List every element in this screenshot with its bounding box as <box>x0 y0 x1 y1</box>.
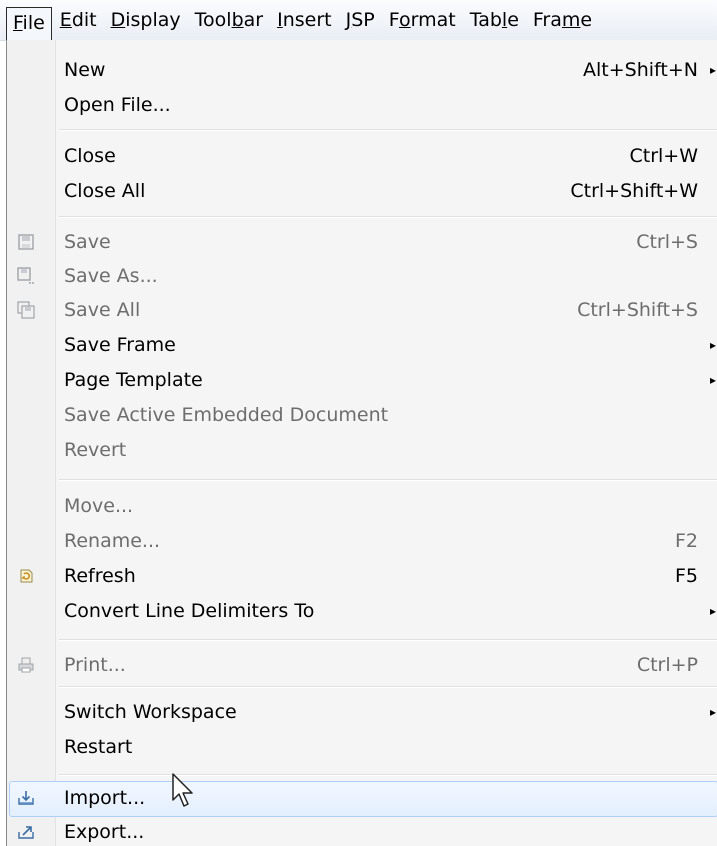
menu-separator <box>59 686 717 688</box>
menu-edit-label: dit <box>71 9 97 31</box>
menu-format-label: rmat <box>410 9 456 31</box>
menu-item-label: Close All <box>64 180 146 202</box>
menu-table[interactable]: Table <box>464 5 525 35</box>
menu-item-label: Save All <box>64 299 141 321</box>
menu-item-import[interactable]: Import... <box>7 780 717 817</box>
menu-item-print[interactable]: Print... Ctrl+P <box>7 647 717 683</box>
save-all-icon <box>17 301 35 319</box>
menu-item-label: Export... <box>64 821 145 843</box>
menu-format-pre: F <box>388 9 400 31</box>
save-icon <box>18 234 34 250</box>
menu-separator <box>59 774 717 776</box>
menu-file-label: ile <box>22 11 45 34</box>
file-menu-dropdown: New Alt+Shift+N ▸ Open File... Close Ctr… <box>6 40 717 846</box>
menu-format-mnemonic: o <box>399 9 411 31</box>
menu-frame-label: e <box>580 9 593 31</box>
menu-edit-mnemonic: E <box>59 9 72 31</box>
menu-item-refresh[interactable]: Refresh F5 <box>7 558 717 594</box>
menu-toolbar[interactable]: Toolbar <box>189 5 269 35</box>
menu-toolbar-mnemonic: b <box>231 9 244 31</box>
menu-edit[interactable]: Edit <box>54 5 103 35</box>
menu-item-convert-line-delimiters[interactable]: Convert Line Delimiters To ▸ <box>7 593 717 629</box>
submenu-arrow-icon: ▸ <box>709 373 716 387</box>
menu-display-label: isplay <box>125 9 181 31</box>
menu-item-label: Convert Line Delimiters To <box>64 600 315 622</box>
menu-item-label: Move... <box>64 495 134 517</box>
menu-item-open-file[interactable]: Open File... <box>7 87 717 123</box>
menu-item-save-active-embedded-document[interactable]: Save Active Embedded Document <box>7 397 717 433</box>
menu-item-close[interactable]: Close Ctrl+W <box>7 138 717 174</box>
submenu-arrow-icon: ▸ <box>709 338 716 352</box>
menu-frame-mnemonic: m <box>561 9 581 31</box>
menu-item-label: Save Frame <box>64 334 176 356</box>
refresh-icon <box>20 569 33 583</box>
menu-item-revert[interactable]: Revert <box>7 432 717 468</box>
menu-bar: File Edit Display Toolbar Insert JSP For… <box>0 0 717 42</box>
print-icon <box>18 657 34 673</box>
menu-item-label: Switch Workspace <box>64 701 237 723</box>
menu-table-pre: Tab <box>469 9 502 31</box>
menu-item-move[interactable]: Move... <box>7 488 717 524</box>
menu-item-close-all[interactable]: Close All Ctrl+Shift+W <box>7 173 717 209</box>
save-as-icon <box>17 267 34 284</box>
menu-display[interactable]: Display <box>105 5 187 35</box>
menu-item-shortcut: Alt+Shift+N <box>583 59 698 81</box>
menu-separator <box>59 639 717 641</box>
menu-item-label: Restart <box>64 736 133 758</box>
menu-item-label: Open File... <box>64 94 171 116</box>
menu-item-shortcut: Ctrl+Shift+S <box>577 299 698 321</box>
menu-item-new[interactable]: New Alt+Shift+N ▸ <box>7 52 717 88</box>
menu-item-shortcut: Ctrl+P <box>636 654 698 676</box>
menu-toolbar-pre: Tool <box>194 9 232 31</box>
menu-item-shortcut: Ctrl+W <box>629 145 698 167</box>
menu-display-mnemonic: D <box>110 9 126 31</box>
menu-item-save-as[interactable]: Save As... <box>7 258 717 294</box>
menu-jsp-label: SP <box>351 9 375 31</box>
menu-frame[interactable]: Frame <box>527 5 598 35</box>
export-icon <box>18 826 34 839</box>
menu-item-label: Refresh <box>64 565 136 587</box>
submenu-arrow-icon: ▸ <box>709 63 716 77</box>
menu-toolbar-label: ar <box>243 9 264 31</box>
menu-separator <box>59 479 717 481</box>
menu-frame-pre: Fra <box>532 9 562 31</box>
menu-format[interactable]: Format <box>383 5 462 35</box>
menu-item-label: Revert <box>64 439 127 461</box>
menu-insert-label: nsert <box>282 9 332 31</box>
menu-item-label: Import... <box>64 787 146 809</box>
menu-item-label: Page Template <box>64 369 203 391</box>
menu-item-label: Print... <box>64 654 126 676</box>
menu-item-rename[interactable]: Rename... F2 <box>7 523 717 559</box>
import-icon <box>18 791 34 805</box>
menu-item-export[interactable]: Export... <box>7 814 717 846</box>
menu-item-save-frame[interactable]: Save Frame ▸ <box>7 327 717 363</box>
menu-item-label: Save As... <box>64 265 158 287</box>
submenu-arrow-icon: ▸ <box>709 604 716 618</box>
menu-jsp[interactable]: JSP <box>340 5 381 35</box>
menu-item-save-all[interactable]: Save All Ctrl+Shift+S <box>7 292 717 328</box>
menu-separator <box>59 216 717 218</box>
application-window: File Edit Display Toolbar Insert JSP For… <box>0 0 717 846</box>
mouse-pointer-icon <box>172 773 193 807</box>
menu-insert[interactable]: Insert <box>271 5 338 35</box>
menu-file-mnemonic: F <box>13 11 23 34</box>
menu-item-page-template[interactable]: Page Template ▸ <box>7 362 717 398</box>
menu-file[interactable]: File <box>6 6 52 42</box>
menu-table-label: e <box>507 9 519 31</box>
submenu-arrow-icon: ▸ <box>709 705 716 719</box>
menu-item-shortcut: Ctrl+Shift+W <box>570 180 698 202</box>
menu-item-label: Save Active Embedded Document <box>64 404 389 426</box>
menu-item-label: New <box>64 59 106 81</box>
menu-item-label: Rename... <box>64 530 161 552</box>
menu-item-shortcut: F2 <box>674 530 698 552</box>
menu-item-restart[interactable]: Restart <box>7 729 717 765</box>
menu-item-switch-workspace[interactable]: Switch Workspace ▸ <box>7 694 717 730</box>
menu-item-label: Close <box>64 145 116 167</box>
menu-item-shortcut: Ctrl+S <box>636 231 698 253</box>
menu-item-shortcut: F5 <box>674 565 698 587</box>
menu-item-label: Save <box>64 231 111 253</box>
menu-item-save[interactable]: Save Ctrl+S <box>7 224 717 260</box>
menu-separator <box>59 129 717 131</box>
